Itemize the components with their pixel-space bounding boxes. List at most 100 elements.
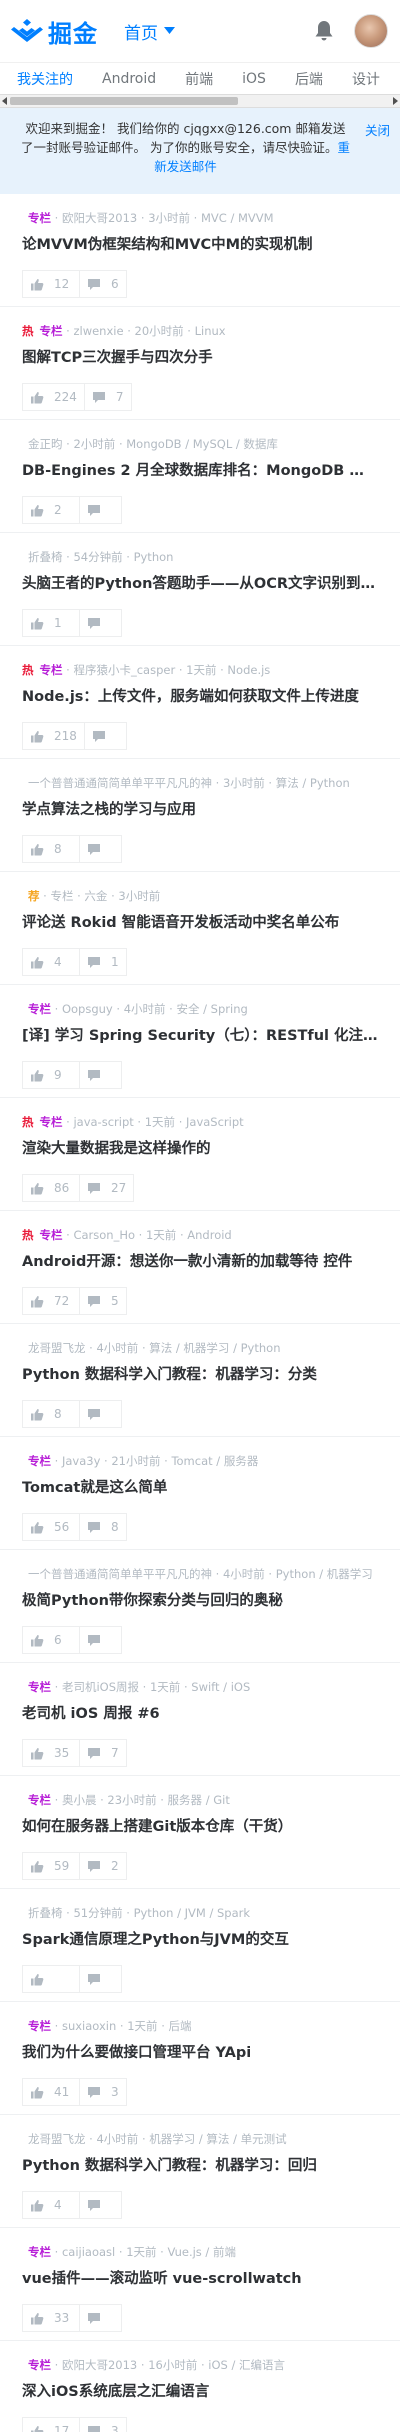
tab-5[interactable]: 设计 (352, 69, 380, 89)
article-item[interactable]: 专栏 · 欧阳大哥2013 · 3小时前 · MVC / MVVM 论MVVM伪框… (0, 194, 400, 307)
comment-button[interactable]: 3 (80, 2417, 127, 2432)
article-item[interactable]: 龙哥盟飞龙 · 4小时前 · 机器学习 / 算法 / 单元测试 Python 数据… (0, 2115, 400, 2228)
like-button[interactable]: 4 (22, 2191, 80, 2219)
comment-button[interactable] (80, 835, 122, 863)
tab-3[interactable]: iOS (242, 71, 266, 87)
like-button[interactable]: 8 (22, 1400, 80, 1428)
article-title[interactable]: Android开源：想送你一款小清新的加载等待 控件 (22, 1250, 378, 1272)
like-button[interactable]: 8 (22, 835, 80, 863)
article-title[interactable]: 图解TCP三次握手与四次分手 (22, 346, 378, 368)
comment-button[interactable]: 8 (80, 1513, 127, 1541)
article-item[interactable]: 专栏 · 老司机iOS周报 · 1天前 · Swift / iOS 老司机 iOS… (0, 1663, 400, 1776)
article-item[interactable]: 折叠椅 · 51分钟前 · Python / JVM / Spark Spark通… (0, 1889, 400, 2002)
like-button[interactable]: 86 (22, 1174, 80, 1202)
comment-button[interactable]: 7 (84, 383, 132, 411)
article-title[interactable]: 极简Python带你探索分类与回归的奥秘 (22, 1589, 378, 1611)
article-title[interactable]: 评论送 Rokid 智能语音开发板活动中奖名单公布 (22, 911, 378, 933)
like-button[interactable]: 72 (22, 1287, 80, 1315)
article-item[interactable]: 金正昀 · 2小时前 · MongoDB / MySQL / 数据库 DB-Eng… (0, 420, 400, 533)
tab-1[interactable]: Android (102, 71, 156, 87)
article-item[interactable]: 热专栏 · zlwenxie · 20小时前 · Linux 图解TCP三次握手与… (0, 307, 400, 420)
comment-button[interactable] (80, 609, 122, 637)
article-title[interactable]: Python 数据科学入门教程：机器学习：分类 (22, 1363, 378, 1385)
like-button[interactable]: 218 (22, 722, 85, 750)
like-button[interactable]: 41 (22, 2078, 80, 2106)
like-count: 9 (54, 1068, 62, 1082)
article-title[interactable]: Spark通信原理之Python与JVM的交互 (22, 1928, 378, 1950)
article-item[interactable]: 专栏 · 奥小晨 · 23小时前 · 服务器 / Git 如何在服务器上搭建Git… (0, 1776, 400, 1889)
horizontal-scrollbar[interactable] (0, 94, 400, 108)
article-item[interactable]: 热专栏 · 程序猿小卡_casper · 1天前 · Node.js Node.j… (0, 646, 400, 759)
like-button[interactable]: 4 (22, 948, 80, 976)
article-item[interactable]: 龙哥盟飞龙 · 4小时前 · 算法 / 机器学习 / Python Python … (0, 1324, 400, 1437)
comment-button[interactable] (80, 1965, 122, 1993)
article-item[interactable]: 专栏 · caijiaoasl · 1天前 · Vue.js / 前端 vue插件… (0, 2228, 400, 2341)
like-button[interactable]: 12 (22, 270, 80, 298)
comment-button[interactable] (80, 496, 122, 524)
article-item[interactable]: 热专栏 · Carson_Ho · 1天前 · Android Android开源… (0, 1211, 400, 1324)
bell-icon[interactable] (312, 19, 336, 43)
notice-close-button[interactable]: 关闭 (365, 120, 390, 180)
article-title[interactable]: 头脑王者的Python答题助手——从OCR文字识别到Fidd... (22, 572, 378, 594)
like-button[interactable] (22, 1965, 80, 1993)
comment-icon (92, 391, 105, 403)
tab-0[interactable]: 我关注的 (17, 69, 73, 89)
article-title[interactable]: 深入iOS系统底层之汇编语言 (22, 2380, 378, 2402)
article-title[interactable]: Tomcat就是这么简单 (22, 1476, 378, 1498)
like-button[interactable]: 9 (22, 1061, 80, 1089)
article-title[interactable]: 老司机 iOS 周报 #6 (22, 1702, 378, 1724)
top-header: 掘金 首页 (0, 0, 400, 62)
like-button[interactable]: 56 (22, 1513, 80, 1541)
comment-button[interactable]: 27 (80, 1174, 135, 1202)
comment-button[interactable]: 5 (80, 1287, 127, 1315)
scrollbar-thumb[interactable] (10, 97, 238, 105)
article-item[interactable]: 折叠椅 · 54分钟前 · Python 头脑王者的Python答题助手——从OC… (0, 533, 400, 646)
user-avatar[interactable] (354, 14, 388, 48)
article-title[interactable]: Python 数据科学入门教程：机器学习：回归 (22, 2154, 378, 2176)
article-item[interactable]: 专栏 · 欧阳大哥2013 · 16小时前 · iOS / 汇编语言 深入iOS系… (0, 2341, 400, 2432)
article-item[interactable]: 热专栏 · java-script · 1天前 · JavaScript 渲染大量… (0, 1098, 400, 1211)
article-title[interactable]: vue插件——滚动监听 vue-scrollwatch (22, 2267, 378, 2289)
like-button[interactable]: 2 (22, 496, 80, 524)
article-title[interactable]: 学点算法之栈的学习与应用 (22, 798, 378, 820)
like-button[interactable]: 6 (22, 1626, 80, 1654)
comment-button[interactable] (80, 2191, 122, 2219)
comment-button[interactable]: 6 (80, 270, 127, 298)
comment-button[interactable]: 2 (80, 1852, 127, 1880)
scroll-right-icon[interactable] (393, 97, 398, 105)
article-item[interactable]: 专栏 · Oopsguy · 4小时前 · 安全 / Spring [译] 学习 … (0, 985, 400, 1098)
article-item[interactable]: 一个普普通通简简单单平平凡凡的神 · 3小时前 · 算法 / Python 学点算… (0, 759, 400, 872)
article-title[interactable]: Node.js：上传文件，服务端如何获取文件上传进度 (22, 685, 378, 707)
comment-button[interactable] (80, 2304, 122, 2332)
author-time-tags: · zlwenxie · 20小时前 · Linux (66, 324, 226, 338)
article-title[interactable]: DB-Engines 2 月全球数据库排名：MongoDB 爆发 (22, 459, 378, 481)
comment-button[interactable] (80, 1061, 122, 1089)
like-button[interactable]: 59 (22, 1852, 80, 1880)
tab-4[interactable]: 后端 (295, 69, 323, 89)
comment-button[interactable] (80, 1400, 122, 1428)
comment-icon (88, 617, 100, 629)
article-item[interactable]: 专栏 · suxiaoxin · 1天前 · 后端 我们为什么要做接口管理平台 Y… (0, 2002, 400, 2115)
comment-button[interactable]: 7 (80, 1739, 127, 1767)
article-title[interactable]: 渲染大量数据我是这样操作的 (22, 1137, 378, 1159)
comment-button[interactable] (84, 722, 127, 750)
like-button[interactable]: 17 (22, 2417, 80, 2432)
article-item[interactable]: 一个普普通通简简单单平平凡凡的神 · 4小时前 · Python / 机器学习极… (0, 1550, 400, 1663)
tab-2[interactable]: 前端 (185, 69, 213, 89)
comment-button[interactable]: 1 (80, 948, 127, 976)
home-dropdown[interactable]: 首页 (124, 19, 175, 44)
comment-button[interactable] (80, 1626, 122, 1654)
article-title[interactable]: [译] 学习 Spring Security（七）：RESTful 化注册 AP… (22, 1024, 378, 1046)
like-button[interactable]: 33 (22, 2304, 80, 2332)
like-button[interactable]: 35 (22, 1739, 80, 1767)
comment-button[interactable]: 3 (80, 2078, 127, 2106)
like-button[interactable]: 224 (22, 383, 85, 411)
like-button[interactable]: 1 (22, 609, 80, 637)
article-item[interactable]: 专栏 · Java3y · 21小时前 · Tomcat / 服务器 Tomcat… (0, 1437, 400, 1550)
article-title[interactable]: 如何在服务器上搭建Git版本仓库（干货） (22, 1815, 378, 1837)
juejin-logo[interactable]: 掘金 (10, 14, 98, 49)
scroll-left-icon[interactable] (2, 97, 7, 105)
article-item[interactable]: 荐 · 专栏 · 六金 · 3小时前 评论送 Rokid 智能语音开发板活动中奖名… (0, 872, 400, 985)
article-title[interactable]: 我们为什么要做接口管理平台 YApi (22, 2041, 378, 2063)
article-title[interactable]: 论MVVM伪框架结构和MVC中M的实现机制 (22, 233, 378, 255)
